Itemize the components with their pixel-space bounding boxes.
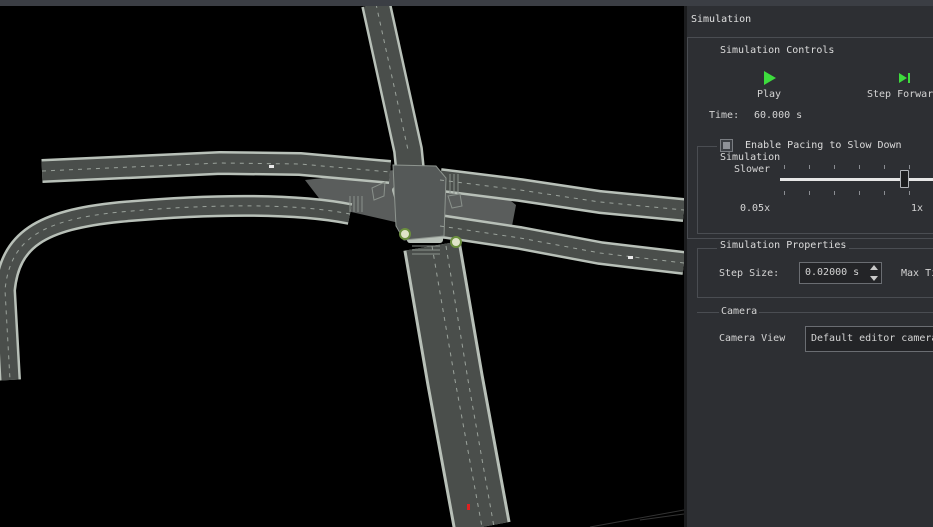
step-size-value: 0.02000 s bbox=[805, 267, 860, 278]
slider-max-label: 1x bbox=[911, 203, 924, 214]
road-edges bbox=[0, 6, 684, 527]
panel-title: Simulation bbox=[691, 14, 752, 25]
play-label: Play bbox=[756, 89, 782, 100]
slower-label: Slower bbox=[734, 164, 771, 175]
pacing-checkbox[interactable] bbox=[720, 139, 733, 152]
slider-tick bbox=[859, 191, 860, 195]
spin-arrows-icon[interactable] bbox=[867, 263, 881, 283]
step-forward-label: Step Forward bbox=[867, 89, 933, 100]
grid-lines bbox=[589, 509, 684, 527]
scene-viewport[interactable] bbox=[0, 6, 684, 527]
step-size-spinbox[interactable]: 0.02000 s bbox=[799, 262, 882, 284]
time-label: Time: bbox=[709, 110, 740, 121]
intersection-core bbox=[392, 164, 447, 241]
slider-tick bbox=[809, 191, 810, 195]
vehicle-marker bbox=[628, 256, 633, 259]
max-time-label: Max Time bbox=[901, 268, 933, 279]
time-value: 60.000 s bbox=[754, 110, 803, 121]
slider-min-label: 0.05x bbox=[740, 203, 771, 214]
camera-view-value: Default editor camera bbox=[811, 333, 933, 344]
play-button[interactable]: Play bbox=[747, 70, 791, 100]
slider-tick bbox=[909, 191, 910, 195]
simulation-panel: Simulation Simulation Controls Play Step… bbox=[687, 6, 933, 527]
vehicle-marker bbox=[269, 165, 274, 168]
slider-track bbox=[780, 178, 933, 181]
simulation-controls-legend: Simulation Controls bbox=[717, 45, 838, 56]
camera-view-dropdown[interactable]: Default editor camera bbox=[805, 326, 933, 352]
slider-tick bbox=[859, 165, 860, 169]
camera-group-line bbox=[759, 312, 933, 313]
pacing-legend: Enable Pacing to Slow Down Simulation bbox=[717, 139, 933, 164]
camera-group-line bbox=[697, 312, 719, 313]
slider-tick bbox=[834, 165, 835, 169]
step-forward-button[interactable]: Step Forward bbox=[867, 70, 933, 100]
road-surfaces bbox=[0, 6, 684, 527]
traffic-light-marker bbox=[450, 236, 462, 248]
slider-tick bbox=[884, 191, 885, 195]
slider-tick bbox=[784, 191, 785, 195]
slider-tick bbox=[884, 165, 885, 169]
step-forward-icon bbox=[899, 73, 910, 83]
slider-tick bbox=[909, 165, 910, 169]
traffic-light-marker bbox=[399, 228, 411, 240]
camera-view-label: Camera View bbox=[719, 333, 786, 344]
slider-handle[interactable] bbox=[900, 170, 909, 188]
slider-tick bbox=[784, 165, 785, 169]
vehicle-marker-red bbox=[467, 504, 470, 510]
lane-markings bbox=[4, 6, 684, 527]
play-icon bbox=[764, 71, 776, 85]
step-size-label: Step Size: bbox=[719, 268, 780, 279]
slider-tick bbox=[809, 165, 810, 169]
pacing-checkbox-label: Enable Pacing to Slow Down Simulation bbox=[720, 140, 902, 163]
simulation-properties-legend: Simulation Properties bbox=[717, 240, 850, 251]
camera-legend: Camera bbox=[721, 306, 758, 317]
road-network-render bbox=[0, 6, 684, 527]
slider-tick bbox=[834, 191, 835, 195]
